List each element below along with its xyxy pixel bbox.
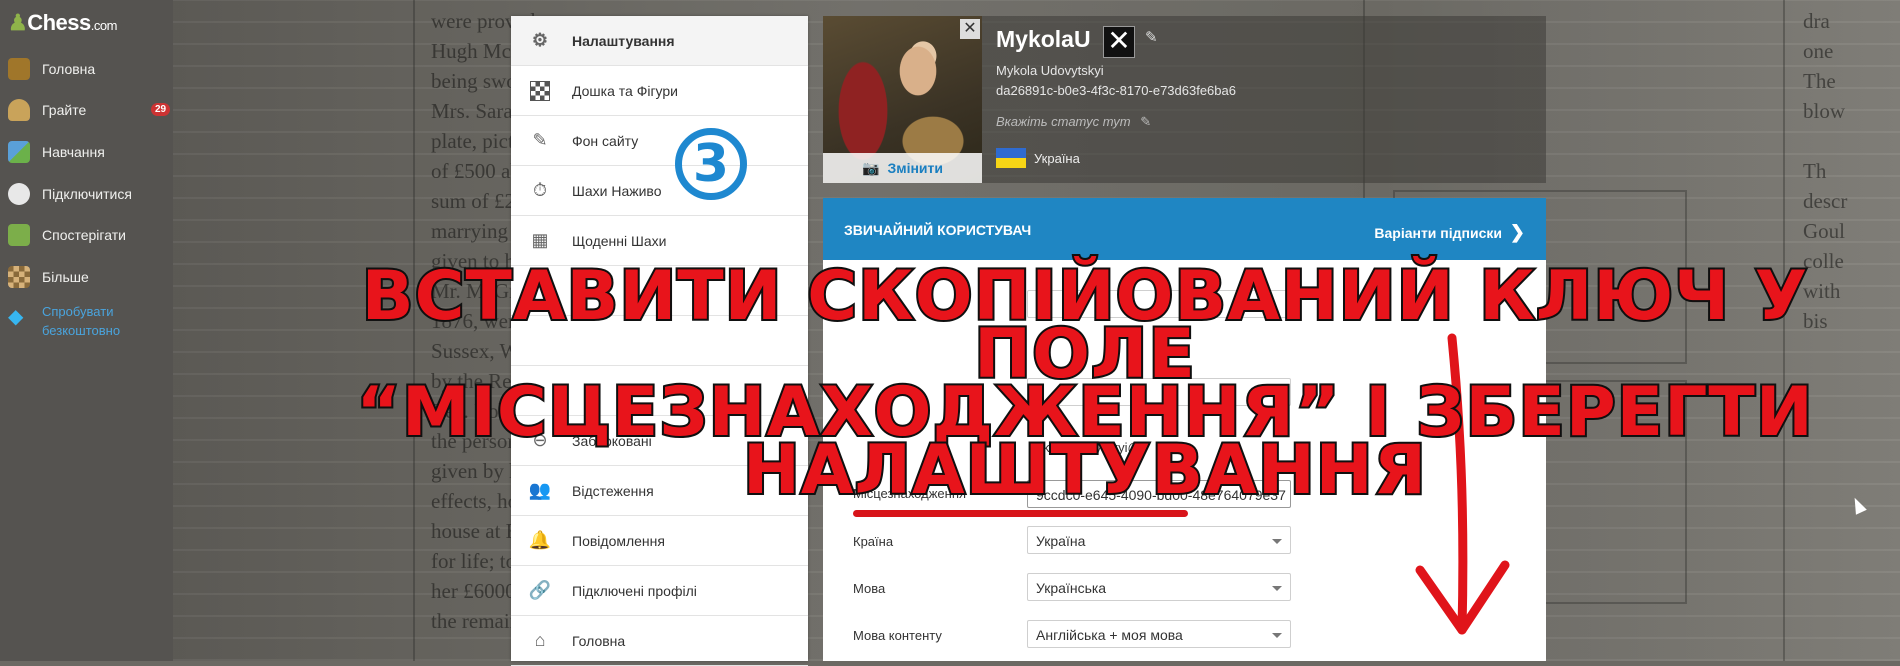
- membership-type: ЗВИЧАЙНИЙ КОРИСТУВАЧ: [844, 222, 1032, 238]
- menu-item-label: Головна: [572, 632, 626, 649]
- menu-item-settings[interactable]: ⚙ Налаштування: [511, 16, 808, 66]
- menu-item-home[interactable]: ⌂ Головна: [511, 616, 808, 666]
- nav-item-label: Більше: [42, 269, 89, 285]
- link-icon: 🔗: [528, 580, 552, 600]
- real-name: Mykola Udovytskyi: [996, 63, 1104, 78]
- red-underline-annotation: [853, 510, 1188, 517]
- menu-item-live-chess[interactable]: ⏱ Шахи Наживо: [511, 166, 808, 216]
- try-free-link[interactable]: ◆ Спробувати безкоштовно: [8, 302, 137, 340]
- status-text: Вкажіть статус тут: [996, 114, 1131, 129]
- chess-logo[interactable]: ♟Chess.com: [8, 10, 117, 36]
- nav-item-label: Навчання: [42, 144, 105, 160]
- chevron-right-icon: ❯: [1509, 222, 1525, 242]
- language-select[interactable]: Українська: [1027, 573, 1291, 601]
- play-hand-icon: [8, 99, 30, 121]
- x-flag-icon: ✕: [1103, 26, 1135, 58]
- nav-item-connect[interactable]: Підключитися: [8, 180, 132, 208]
- country-select[interactable]: Україна: [1027, 526, 1291, 554]
- content-language-select-value: Англійська + моя мова: [1036, 627, 1183, 643]
- content-language-label: Мова контенту: [853, 628, 942, 643]
- membership-options-link[interactable]: Варіанти підписки ❯: [1374, 222, 1525, 243]
- nav-item-home[interactable]: Головна: [8, 55, 95, 83]
- ukraine-flag-icon: [996, 148, 1026, 168]
- username: MykolaU: [996, 26, 1091, 52]
- menu-item-background[interactable]: ✎ Фон сайту: [511, 116, 808, 166]
- logo-suffix: .com: [90, 18, 118, 33]
- membership-bar: ЗВИЧАЙНИЙ КОРИСТУВАЧ Варіанти підписки ❯: [823, 198, 1546, 260]
- nav-item-more[interactable]: Більше: [8, 263, 89, 291]
- menu-item-label: Шахи Наживо: [572, 182, 662, 199]
- logo-text: Chess: [27, 10, 91, 35]
- menu-item-label: Щоденні Шахи: [572, 232, 667, 249]
- diamond-icon: ◆: [8, 306, 24, 328]
- try-free-label: Спробувати безкоштовно: [42, 304, 121, 338]
- change-photo-label: Змінити: [887, 160, 943, 176]
- edit-icon: ✎: [1140, 114, 1152, 129]
- instruction-line-1: ВСТАВИТИ СКОПІЙОВАНИЙ КЛЮЧ У ПОЛЕ: [360, 257, 1809, 394]
- menu-item-board[interactable]: Дошка та Фігури: [511, 66, 808, 116]
- country-select-value: Україна: [1036, 533, 1086, 549]
- notification-badge: 29: [151, 103, 171, 116]
- language-select-value: Українська: [1036, 580, 1107, 596]
- menu-item-label: Повідомлення: [572, 532, 665, 549]
- pawn-home-icon: [8, 58, 30, 80]
- more-board-icon: [8, 266, 30, 288]
- nav-item-label: Головна: [42, 61, 96, 77]
- nav-item-play[interactable]: Грайте: [8, 96, 86, 124]
- language-label: Мова: [853, 581, 886, 596]
- left-nav: ♟Chess.com Головна Грайте 29 Навчання Пі…: [0, 0, 173, 661]
- menu-item-connected-profiles[interactable]: 🔗 Підключені профілі: [511, 566, 808, 616]
- camera-icon: 📷: [862, 159, 880, 176]
- menu-item-label: Фон сайту: [572, 132, 639, 149]
- edit-icon[interactable]: ✎: [1145, 28, 1158, 46]
- status-placeholder[interactable]: Вкажіть статус тут ✎: [996, 114, 1151, 130]
- chevron-down-icon: [1272, 586, 1282, 591]
- menu-item-notifications[interactable]: 🔔 Повідомлення: [511, 516, 808, 566]
- chevron-down-icon: [1272, 633, 1282, 638]
- chat-bubble-icon: [8, 183, 30, 205]
- profile-id: da26891c-b0e3-4f3c-8170-e73d63fe6ba6: [996, 83, 1236, 98]
- stopwatch-icon: ⏱: [532, 180, 548, 200]
- close-icon[interactable]: ✕: [960, 19, 980, 39]
- instruction-overlay: ВСТАВИТИ СКОПІЙОВАНИЙ КЛЮЧ У ПОЛЕ “МІСЦЕ…: [290, 257, 1880, 507]
- change-photo-button[interactable]: 📷 Змінити: [823, 153, 982, 183]
- watch-icon: [8, 224, 30, 246]
- country-label: Країна: [853, 534, 894, 549]
- profile-header: ✕ 📷 Змінити MykolaU ✕ ✎ Mykola Udovytsky…: [823, 16, 1546, 183]
- board-icon: [528, 79, 552, 103]
- nav-item-label: Грайте: [42, 102, 87, 118]
- country-name: Україна: [1034, 150, 1080, 166]
- country-display: Україна: [996, 148, 1080, 168]
- gear-icon: ⚙: [531, 30, 549, 50]
- edit-icon: ✎: [532, 130, 548, 150]
- chevron-down-icon: [1272, 539, 1282, 544]
- membership-options-label: Варіанти підписки: [1374, 225, 1503, 241]
- bell-icon: 🔔: [528, 530, 552, 550]
- menu-item-label: Підключені профілі: [572, 582, 697, 599]
- nav-item-learn[interactable]: Навчання: [8, 138, 105, 166]
- step-number-badge: 3: [675, 128, 747, 200]
- learn-icon: [8, 141, 30, 163]
- content-language-select[interactable]: Англійська + моя мова: [1027, 620, 1291, 648]
- menu-item-label: Дошка та Фігури: [572, 82, 679, 99]
- nav-item-label: Підключитися: [42, 186, 132, 202]
- menu-item-label: Налаштування: [572, 32, 675, 49]
- nav-item-watch[interactable]: Спостерігати: [8, 221, 126, 249]
- nav-item-label: Спостерігати: [42, 227, 126, 243]
- calendar-icon: ▦: [531, 230, 549, 250]
- home-icon: ⌂: [534, 630, 546, 650]
